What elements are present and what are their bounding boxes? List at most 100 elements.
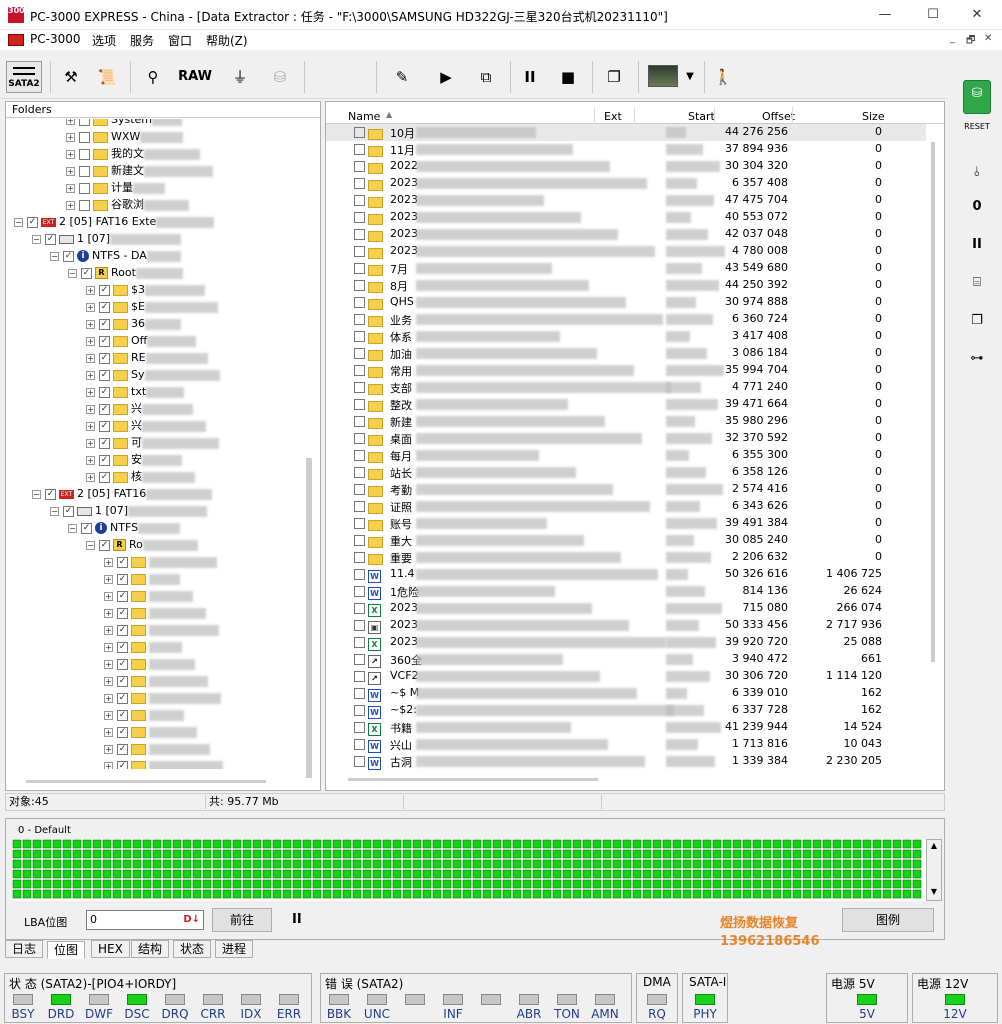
sector-block[interactable] — [32, 849, 42, 859]
sector-block[interactable] — [92, 879, 102, 889]
sector-block[interactable] — [102, 879, 112, 889]
menu-help[interactable]: 帮助(Z) — [206, 32, 248, 49]
sector-block[interactable] — [232, 859, 242, 869]
node-checkbox[interactable]: ✓ — [99, 369, 110, 381]
sector-block[interactable] — [522, 839, 532, 849]
sector-block[interactable] — [782, 849, 792, 859]
sector-block[interactable] — [572, 879, 582, 889]
node-checkbox[interactable]: ✓ — [117, 709, 128, 721]
sector-block[interactable] — [122, 839, 132, 849]
sector-block[interactable] — [212, 889, 222, 899]
sector-block[interactable] — [422, 839, 432, 849]
node-checkbox[interactable]: ✓ — [99, 386, 110, 398]
sector-block[interactable] — [482, 859, 492, 869]
file-row[interactable]: 每月 6 355 300 0 — [326, 447, 926, 464]
file-row[interactable]: 2023 47 475 704 0 — [326, 192, 926, 209]
sector-block[interactable] — [692, 889, 702, 899]
sector-block[interactable] — [102, 889, 112, 899]
file-row[interactable]: 整改 39 471 664 0 — [326, 396, 926, 413]
sector-block[interactable] — [822, 889, 832, 899]
sector-block[interactable] — [802, 879, 812, 889]
sector-block[interactable] — [632, 889, 642, 899]
expand-icon[interactable]: + — [66, 200, 75, 210]
sector-block[interactable] — [132, 889, 142, 899]
sector-block[interactable] — [322, 839, 332, 849]
sector-block[interactable] — [192, 879, 202, 889]
sector-block[interactable] — [392, 849, 402, 859]
sector-block[interactable] — [492, 889, 502, 899]
sector-block[interactable] — [732, 859, 742, 869]
node-checkbox[interactable]: ✓ — [81, 267, 92, 279]
sector-block[interactable] — [102, 869, 112, 879]
sector-block[interactable] — [212, 869, 222, 879]
file-checkbox[interactable] — [354, 246, 365, 257]
sector-block[interactable] — [792, 889, 802, 899]
sector-block[interactable] — [862, 889, 872, 899]
sector-block[interactable] — [382, 849, 392, 859]
sector-block[interactable] — [422, 889, 432, 899]
disk-save-icon[interactable]: ⛁ — [266, 60, 294, 94]
mdi-minimize-button[interactable]: _ — [950, 33, 955, 44]
sector-block[interactable] — [262, 889, 272, 899]
file-checkbox[interactable] — [354, 586, 365, 597]
expand-icon[interactable]: − — [32, 489, 41, 499]
sector-block[interactable] — [282, 849, 292, 859]
sector-block[interactable] — [442, 879, 452, 889]
expand-icon[interactable]: + — [86, 370, 95, 380]
sector-block[interactable] — [332, 849, 342, 859]
file-checkbox[interactable] — [354, 144, 365, 155]
node-checkbox[interactable]: ✓ — [99, 539, 110, 551]
sector-block[interactable] — [162, 839, 172, 849]
tree-hscrollbar[interactable] — [26, 780, 266, 783]
sector-block[interactable] — [592, 849, 602, 859]
sector-block[interactable] — [442, 859, 452, 869]
sector-block[interactable] — [382, 889, 392, 899]
sector-block[interactable] — [722, 869, 732, 879]
sector-block[interactable] — [142, 849, 152, 859]
sector-block[interactable] — [542, 859, 552, 869]
sector-block[interactable] — [582, 849, 592, 859]
sector-block[interactable] — [772, 889, 782, 899]
sector-block[interactable] — [312, 859, 322, 869]
sector-block[interactable] — [142, 869, 152, 879]
sector-block[interactable] — [122, 849, 132, 859]
file-row[interactable]: W ~$2: 6 337 728 162 — [326, 702, 926, 719]
sector-block[interactable] — [282, 859, 292, 869]
sector-block[interactable] — [702, 849, 712, 859]
tree-node[interactable]: + ✓ RE — [86, 349, 208, 366]
sector-block[interactable] — [332, 869, 342, 879]
expand-icon[interactable]: + — [86, 285, 95, 295]
sector-block[interactable] — [752, 879, 762, 889]
map-scrollbar[interactable]: ▲ ▼ — [926, 839, 942, 901]
sector-block[interactable] — [52, 889, 62, 899]
sector-block[interactable] — [722, 839, 732, 849]
sector-block[interactable] — [662, 859, 672, 869]
sector-block[interactable] — [772, 879, 782, 889]
sector-block[interactable] — [762, 889, 772, 899]
files-scrollbar[interactable] — [931, 142, 935, 662]
sector-block[interactable] — [622, 869, 632, 879]
sector-block[interactable] — [452, 889, 462, 899]
sector-block[interactable] — [12, 859, 22, 869]
sector-block[interactable] — [902, 839, 912, 849]
sector-block[interactable] — [582, 869, 592, 879]
file-checkbox[interactable] — [354, 365, 365, 376]
file-checkbox[interactable] — [354, 756, 365, 767]
tree-node[interactable]: − ✓ EXT 2 [05] FAT16 — [32, 485, 213, 502]
sector-block[interactable] — [712, 869, 722, 879]
expand-icon[interactable]: + — [66, 132, 75, 142]
sector-block[interactable] — [832, 839, 842, 849]
file-row[interactable]: 11月 37 894 936 0 — [326, 141, 926, 158]
sector-block[interactable] — [42, 869, 52, 879]
sector-block[interactable] — [42, 849, 52, 859]
sector-block[interactable] — [112, 849, 122, 859]
sector-block[interactable] — [802, 859, 812, 869]
node-checkbox[interactable]: ✓ — [117, 573, 128, 585]
tree-node[interactable]: + ✓ — [104, 757, 223, 769]
sector-block[interactable] — [112, 889, 122, 899]
sector-block[interactable] — [262, 869, 272, 879]
sector-block[interactable] — [202, 849, 212, 859]
sector-block[interactable] — [512, 839, 522, 849]
sector-block[interactable] — [422, 879, 432, 889]
sector-block[interactable] — [222, 869, 232, 879]
